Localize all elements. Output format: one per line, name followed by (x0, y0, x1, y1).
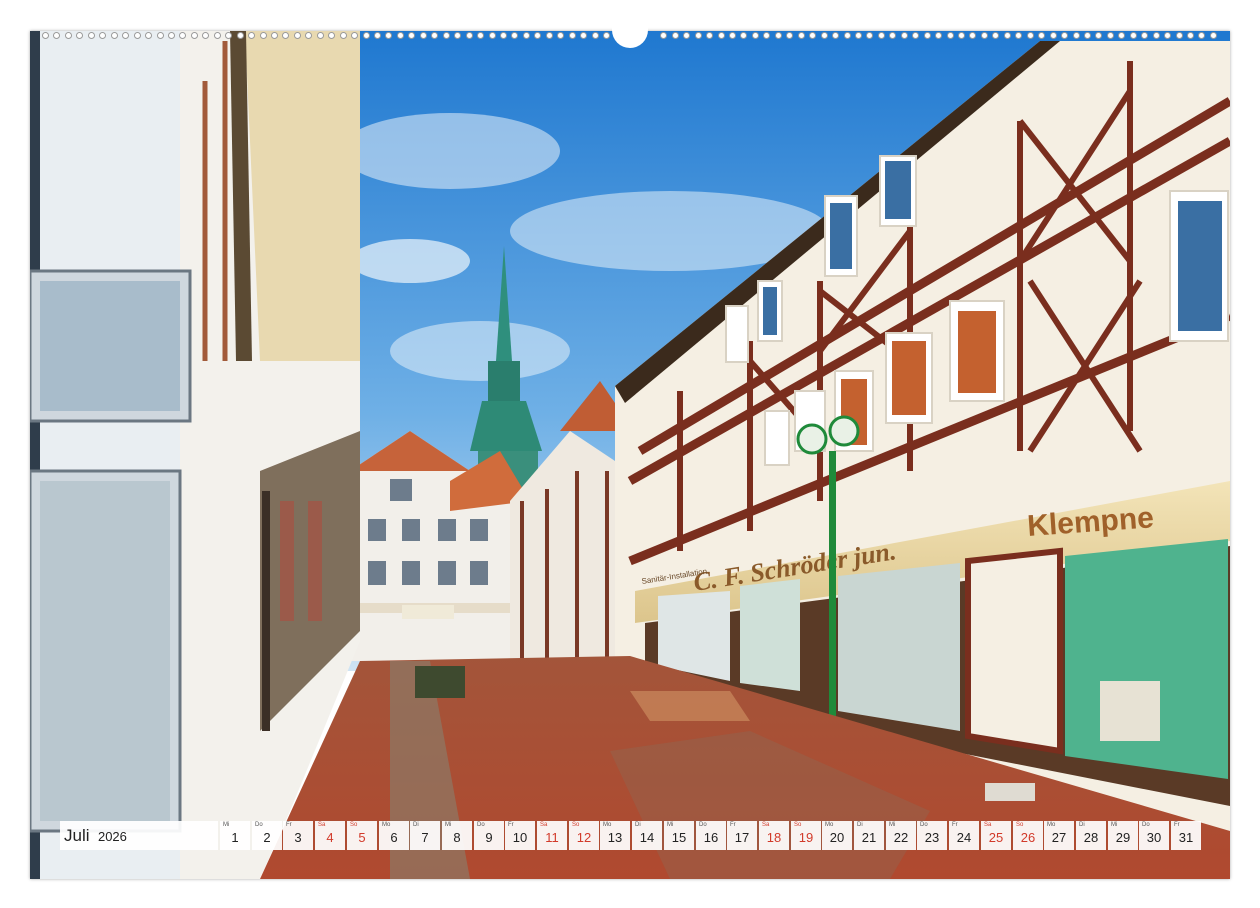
calendar-day: Mo 6 (379, 821, 409, 850)
day-number: 23 (924, 830, 940, 845)
weekday-label: Do (477, 822, 485, 828)
weekday-label: Fr (286, 822, 292, 828)
day-number: 30 (1146, 830, 1162, 845)
calendar-day: Do 23 (917, 821, 947, 850)
calendar-day: Di 28 (1076, 821, 1106, 850)
month-label: Juli 2026 (60, 821, 218, 850)
day-number: 31 (1178, 830, 1194, 845)
day-number: 3 (294, 830, 302, 845)
calendar-day: Fr 10 (505, 821, 535, 850)
weekday-label: Sa (540, 822, 548, 828)
weekday-label: Do (255, 822, 263, 828)
calendar-day: Mi 22 (886, 821, 916, 850)
day-number: 29 (1115, 830, 1131, 845)
weekday-label: Mo (825, 822, 834, 828)
calendar-day: Di 21 (854, 821, 884, 850)
calendar-day: Mo 27 (1044, 821, 1074, 850)
day-number: 17 (734, 830, 750, 845)
calendar-day: Mi 1 (220, 821, 250, 850)
calendar-day: Fr 24 (949, 821, 979, 850)
weekday-label: Di (1079, 822, 1085, 828)
weekday-label: Do (1142, 822, 1150, 828)
calendar-photo: C. F. Schröder jun. Klempne Sanitär-Inst… (30, 31, 1230, 879)
calendar-day: Di 14 (632, 821, 662, 850)
calendar-day: Fr 31 (1171, 821, 1201, 850)
weekday-label: Do (699, 822, 707, 828)
weekday-label: Di (413, 822, 419, 828)
weekday-label: Mo (382, 822, 391, 828)
day-number: 20 (829, 830, 845, 845)
day-number: 5 (358, 830, 366, 845)
calendar-day: Mi 8 (442, 821, 472, 850)
weekday-label: Fr (730, 822, 736, 828)
day-number: 7 (421, 830, 429, 845)
weekday-label: Do (920, 822, 928, 828)
weekday-label: Mi (223, 822, 230, 828)
weekday-label: Fr (508, 822, 514, 828)
street-scene-photo: C. F. Schröder jun. Klempne Sanitär-Inst… (30, 31, 1230, 879)
calendar-day: Do 16 (696, 821, 726, 850)
day-number: 6 (390, 830, 398, 845)
weekday-label: Fr (952, 822, 958, 828)
calendar-day: Sa 4 (315, 821, 345, 850)
calendar-day: So 26 (1013, 821, 1043, 850)
day-number: 15 (671, 830, 687, 845)
calendar-day: Sa 25 (981, 821, 1011, 850)
weekday-label: So (572, 822, 580, 828)
weekday-label: So (1016, 822, 1024, 828)
day-number: 18 (766, 830, 782, 845)
day-number: 21 (861, 830, 877, 845)
calendar-day: Mo 20 (822, 821, 852, 850)
weekday-label: Mi (667, 822, 674, 828)
day-number: 26 (1020, 830, 1036, 845)
day-number: 27 (1051, 830, 1067, 845)
weekday-label: Sa (762, 822, 770, 828)
day-number: 1 (231, 830, 239, 845)
calendar-day: Sa 18 (759, 821, 789, 850)
weekday-label: So (794, 822, 802, 828)
day-number: 28 (1083, 830, 1099, 845)
calendar-day: Mo 13 (600, 821, 630, 850)
calendar-day: Do 30 (1139, 821, 1169, 850)
day-number: 16 (703, 830, 719, 845)
calendar-day: Do 9 (474, 821, 504, 850)
weekday-label: Mi (445, 822, 452, 828)
day-number: 13 (607, 830, 623, 845)
weekday-label: Mi (889, 822, 896, 828)
calendar-day: Di 7 (410, 821, 440, 850)
weekday-label: Sa (318, 822, 326, 828)
day-number: 22 (893, 830, 909, 845)
day-number: 12 (576, 830, 592, 845)
weekday-label: Sa (984, 822, 992, 828)
weekday-label: Mi (1111, 822, 1118, 828)
day-number: 14 (639, 830, 655, 845)
calendar-day: So 5 (347, 821, 377, 850)
calendar-day: Do 2 (252, 821, 282, 850)
calendar-day: Sa 11 (537, 821, 567, 850)
weekday-label: So (350, 822, 358, 828)
day-number: 10 (512, 830, 528, 845)
calendar-day: Mi 29 (1108, 821, 1138, 850)
calendar-day: So 12 (569, 821, 599, 850)
calendar-day: Fr 3 (283, 821, 313, 850)
day-number: 11 (545, 830, 559, 845)
weekday-label: Mo (603, 822, 612, 828)
weekday-label: Di (857, 822, 863, 828)
calendar-day: Fr 17 (727, 821, 757, 850)
weekday-label: Mo (1047, 822, 1056, 828)
month-year: 2026 (97, 829, 127, 844)
day-number: 24 (956, 830, 972, 845)
day-number: 25 (988, 830, 1004, 845)
day-number: 4 (326, 830, 334, 845)
calendar-day: Mi 15 (664, 821, 694, 850)
calendar-strip: Juli 2026 Mi 1 Do 2 Fr 3 Sa 4 So 5 Mo 6 Di 7 Mi 8 Do 9 Fr 1… (60, 821, 1202, 850)
weekday-label: Fr (1174, 822, 1180, 828)
day-number: 2 (263, 830, 271, 845)
day-number: 9 (485, 830, 493, 845)
day-number: 19 (798, 830, 814, 845)
day-number: 8 (453, 830, 461, 845)
weekday-label: Di (635, 822, 641, 828)
calendar-day: So 19 (791, 821, 821, 850)
month-name: Juli (64, 826, 90, 845)
